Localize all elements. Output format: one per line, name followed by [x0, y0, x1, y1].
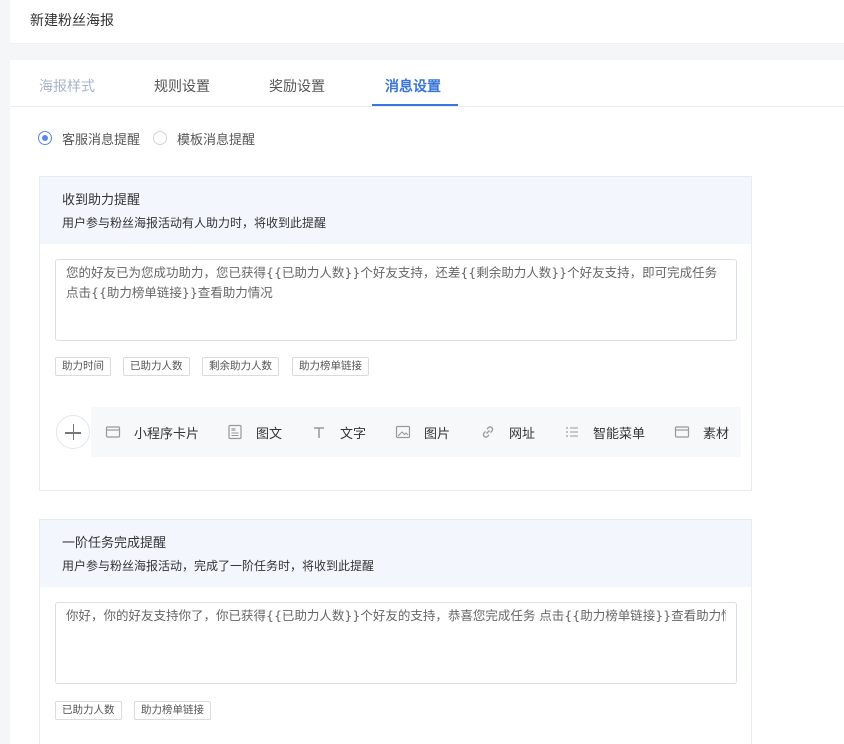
- page-header: 新建粉丝海报: [10, 0, 844, 44]
- image-icon: [395, 425, 411, 439]
- tag-remaining-count[interactable]: 剩余助力人数: [202, 357, 279, 376]
- message-content-line: 您的好友已为您成功助力，您已获得{{已助力人数}}个好友支持，还差{{剩余助力人…: [66, 265, 718, 280]
- text-icon: [314, 427, 324, 438]
- tool-label: 网址: [509, 427, 536, 442]
- content-type-toolbar: 小程序卡片 图文 文字 图片 网址 智能菜单 素材: [91, 407, 741, 457]
- active-tab-indicator: [372, 104, 458, 106]
- tool-label: 文字: [340, 427, 367, 442]
- message-content-line: 点击{{助力榜单链接}}查看助力情况: [66, 285, 273, 300]
- tag-assisted-count[interactable]: 已助力人数: [55, 701, 122, 720]
- message-content-line: 你好，你的好友支持你了，你已获得{{已助力人数}}个好友的支持，恭喜您完成任务 …: [66, 608, 726, 623]
- card-header: 收到助力提醒 用户参与粉丝海报活动有人助力时，将收到此提醒: [40, 177, 751, 244]
- tab-bar: 海报样式 规则设置 奖励设置 消息设置: [10, 60, 844, 107]
- tab-poster-style[interactable]: 海报样式: [39, 76, 95, 96]
- article-icon: [228, 424, 242, 440]
- card-title: 一阶任务完成提醒: [62, 536, 167, 551]
- tool-label: 智能菜单: [593, 427, 646, 442]
- material-icon: [674, 426, 690, 438]
- card-title: 收到助力提醒: [62, 193, 141, 208]
- tool-label: 素材: [703, 427, 730, 442]
- tag-leaderboard-link[interactable]: 助力榜单链接: [292, 357, 369, 376]
- card-assist-received: 收到助力提醒 用户参与粉丝海报活动有人助力时，将收到此提醒 您的好友已为您成功助…: [39, 176, 752, 491]
- card-header: 一阶任务完成提醒 用户参与粉丝海报活动，完成了一阶任务时，将收到此提醒: [40, 520, 751, 587]
- tab-message-settings[interactable]: 消息设置: [385, 76, 441, 96]
- menu-list-icon: [566, 427, 578, 437]
- add-content-button[interactable]: [56, 415, 90, 449]
- radio-label: 模板消息提醒: [177, 133, 256, 148]
- link-icon: [482, 426, 494, 438]
- page-title: 新建粉丝海报: [30, 13, 114, 29]
- tab-reward-settings[interactable]: 奖励设置: [269, 76, 325, 96]
- radio-circle-icon: [153, 131, 167, 145]
- radio-circle-icon: [38, 131, 52, 145]
- tab-rule-settings[interactable]: 规则设置: [154, 76, 210, 96]
- tag-assisted-count[interactable]: 已助力人数: [123, 357, 190, 376]
- tag-leaderboard-link[interactable]: 助力榜单链接: [134, 701, 211, 720]
- message-content-textarea[interactable]: 您的好友已为您成功助力，您已获得{{已助力人数}}个好友支持，还差{{剩余助力人…: [55, 259, 737, 341]
- tool-label: 图文: [256, 427, 283, 442]
- card-description: 用户参与粉丝海报活动，完成了一阶任务时，将收到此提醒: [62, 559, 375, 573]
- radio-label: 客服消息提醒: [62, 133, 141, 148]
- main-panel: 海报样式 规则设置 奖励设置 消息设置 客服消息提醒 模板消息提醒 收到助力提醒…: [10, 60, 844, 744]
- mini-program-card-icon: [105, 426, 121, 438]
- card-first-stage-complete: 一阶任务完成提醒 用户参与粉丝海报活动，完成了一阶任务时，将收到此提醒 你好，你…: [39, 519, 752, 744]
- tool-label: 图片: [424, 427, 451, 442]
- tool-label: 小程序卡片: [134, 427, 200, 442]
- message-content-textarea[interactable]: 你好，你的好友支持你了，你已获得{{已助力人数}}个好友的支持，恭喜您完成任务 …: [55, 602, 737, 684]
- tag-assist-time[interactable]: 助力时间: [55, 357, 111, 376]
- card-description: 用户参与粉丝海报活动有人助力时，将收到此提醒: [62, 216, 327, 230]
